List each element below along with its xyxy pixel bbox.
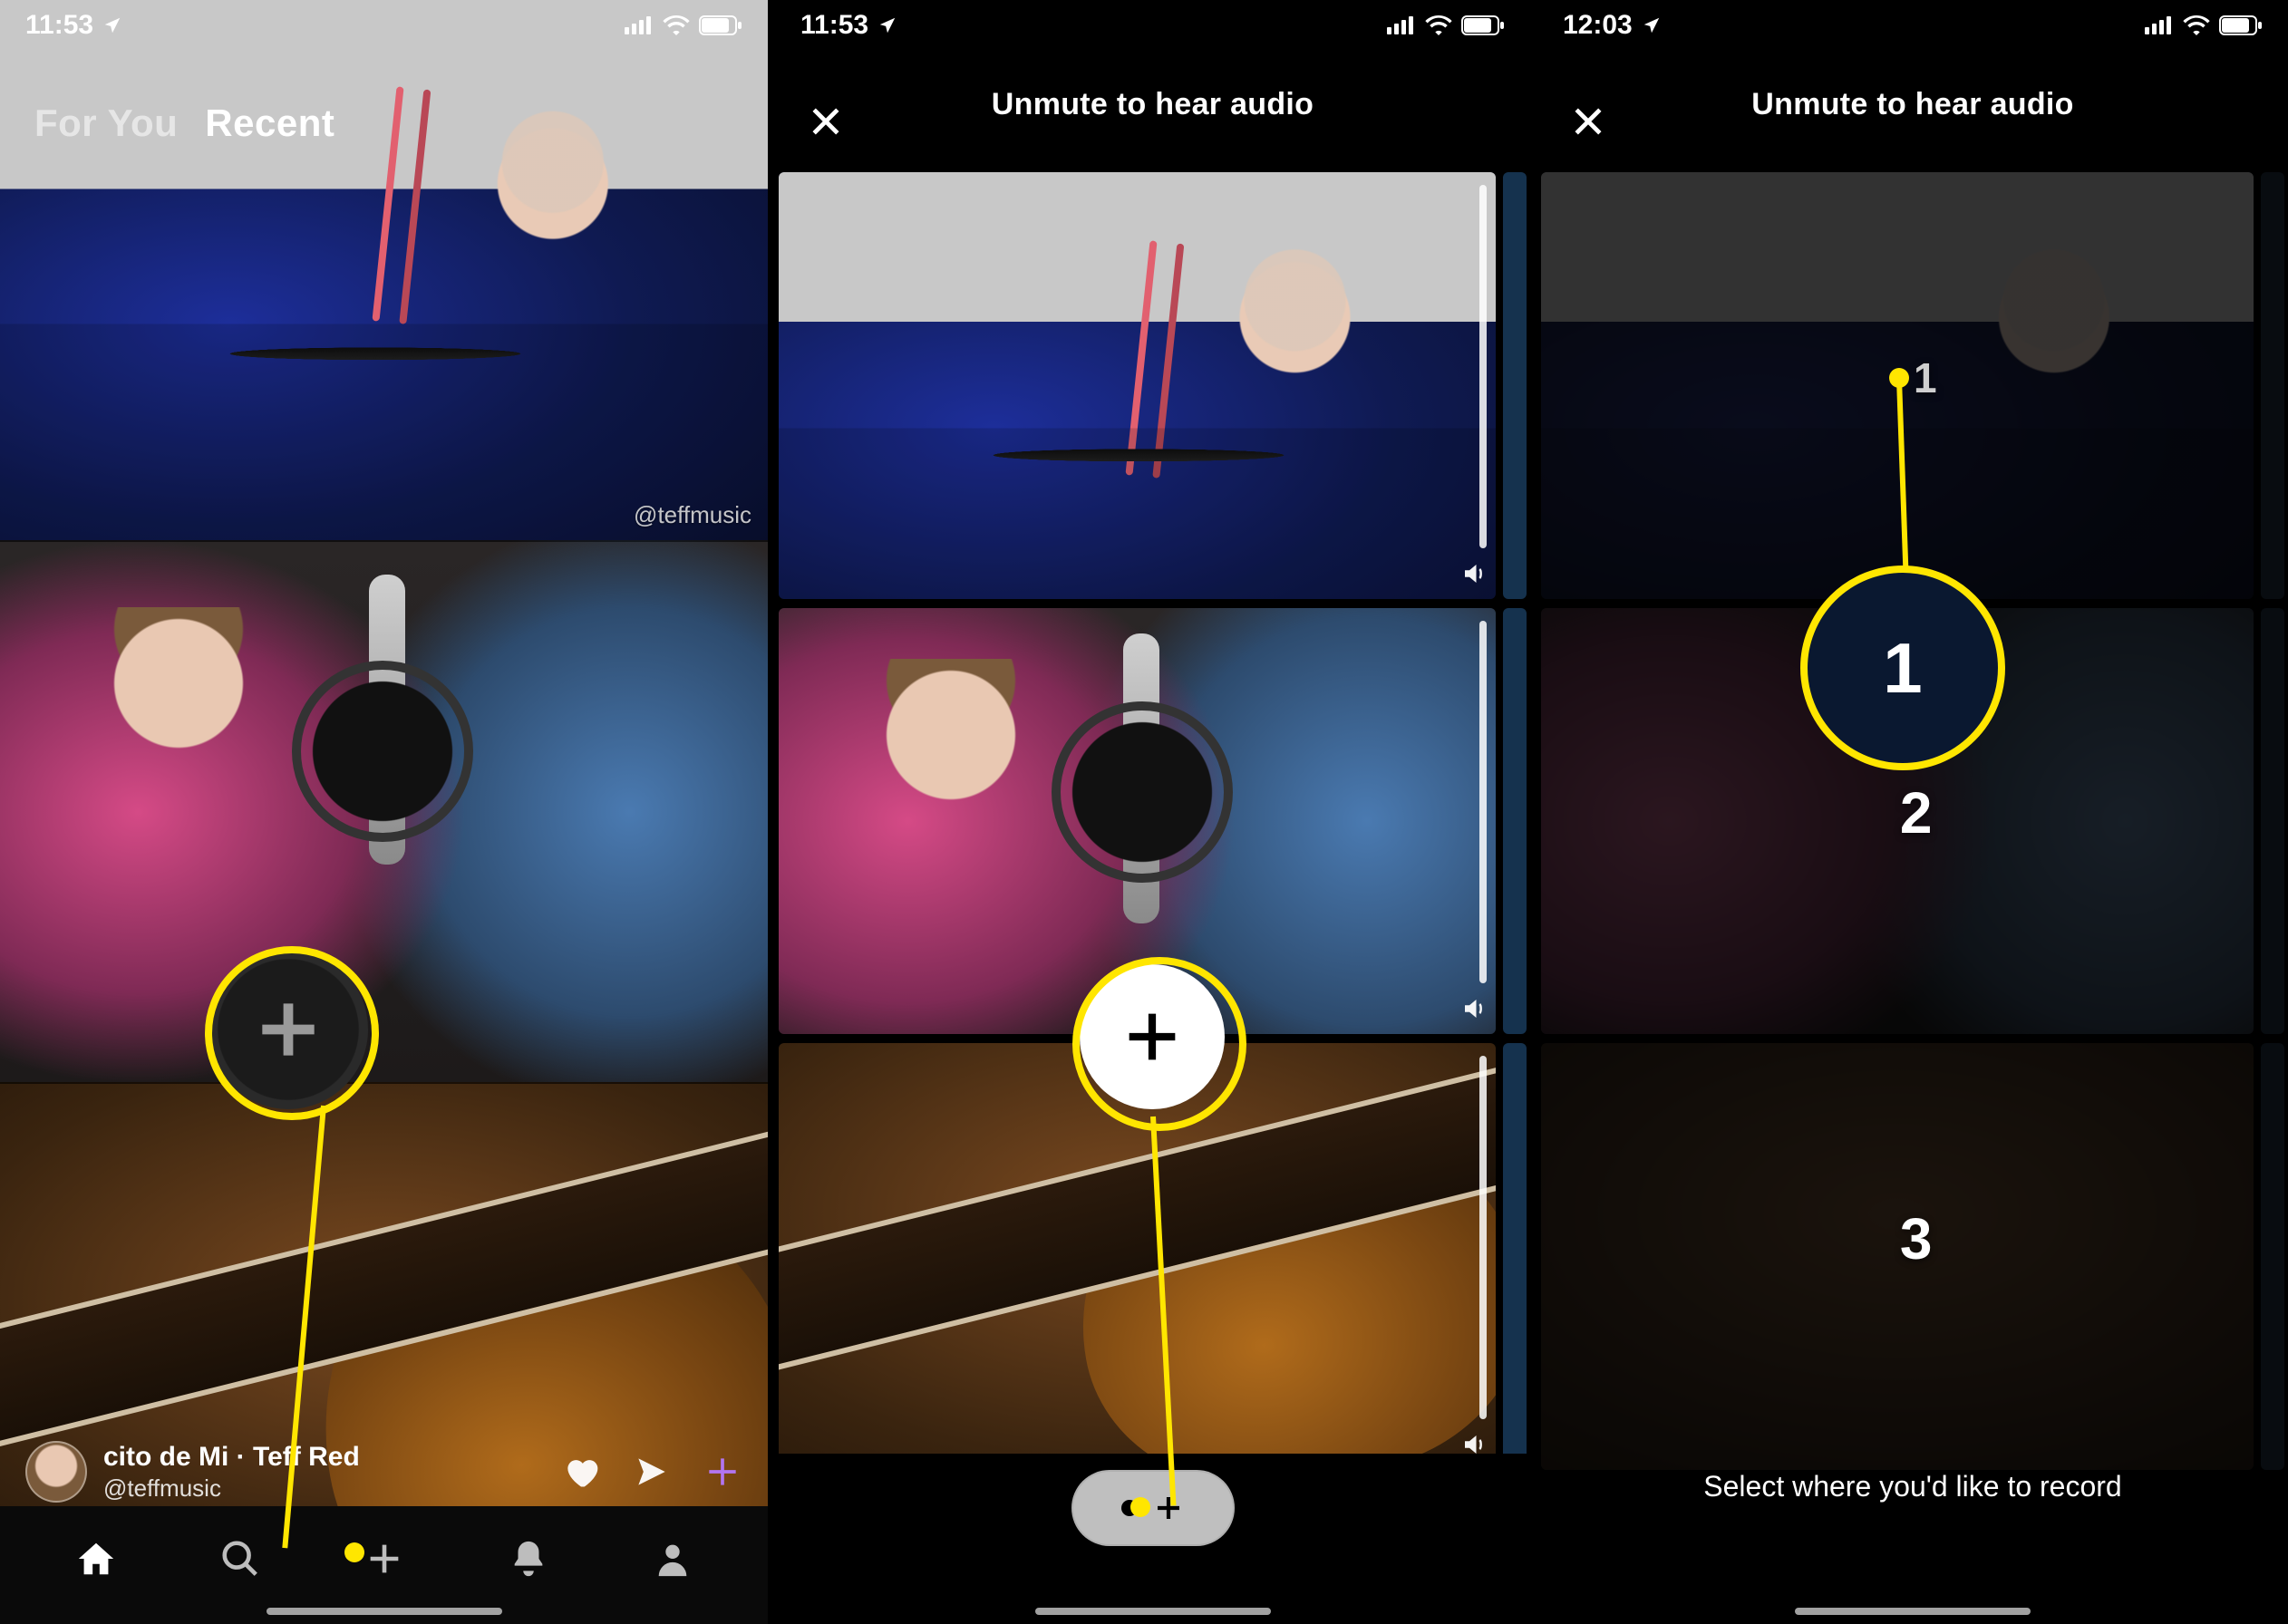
hint-text: Select where you'd like to record xyxy=(1703,1470,2121,1503)
volume-slider[interactable] xyxy=(1479,621,1487,984)
selected-slot-1: 1 xyxy=(1800,566,2005,770)
clip-grid xyxy=(775,172,1530,1470)
cellular-signal-icon xyxy=(2145,16,2174,34)
grid-cell-drums[interactable] xyxy=(779,172,1496,599)
avatar[interactable] xyxy=(25,1441,87,1503)
grid-cell-guitar[interactable] xyxy=(779,1043,1496,1470)
status-time: 12:03 xyxy=(1563,10,1633,41)
home-indicator xyxy=(1035,1608,1271,1615)
screen-select: 12:03 xyxy=(1537,0,2288,1624)
location-arrow-icon xyxy=(877,15,897,35)
tab-for-you[interactable]: For You xyxy=(34,102,178,145)
battery-icon xyxy=(2219,15,2263,35)
heart-icon[interactable] xyxy=(561,1452,601,1492)
record-pill[interactable] xyxy=(1071,1470,1235,1546)
grid-cell-guitar[interactable] xyxy=(1541,1043,2254,1470)
grid-cell-next[interactable] xyxy=(2261,608,2284,1035)
modal-title: Unmute to hear audio xyxy=(1751,87,2073,122)
wifi-icon xyxy=(2183,15,2210,35)
status-bar: 12:03 xyxy=(1537,0,2288,45)
wifi-icon xyxy=(1425,15,1452,35)
bell-icon[interactable] xyxy=(499,1530,557,1588)
screen-grid: 11:53 xyxy=(775,0,1530,1624)
feed[interactable]: @teffmusic @teffmusic xyxy=(0,0,768,1624)
battery-icon xyxy=(1461,15,1505,35)
share-icon[interactable] xyxy=(632,1452,672,1492)
modal-header: Unmute to hear audio xyxy=(775,87,1530,122)
bottom-toolbar xyxy=(775,1454,1530,1624)
bottom-hint: Select where you'd like to record xyxy=(1537,1454,2288,1624)
volume-slider[interactable] xyxy=(1479,1056,1487,1419)
bottom-nav xyxy=(0,1506,768,1624)
profile-icon[interactable] xyxy=(644,1530,702,1588)
clip-drums[interactable]: @teffmusic xyxy=(0,0,768,540)
grid-cell-drums[interactable] xyxy=(1541,172,2254,599)
cell-number-1: 1 xyxy=(1883,627,1922,710)
annotation-label-1: 1 xyxy=(1914,353,1937,402)
screen-feed: 11:53 xyxy=(0,0,768,1624)
close-button[interactable] xyxy=(1563,96,1614,147)
status-bar: 11:53 xyxy=(775,0,1530,45)
location-arrow-icon xyxy=(1642,15,1662,35)
close-button[interactable] xyxy=(800,96,851,147)
cell-number-3: 3 xyxy=(1900,1205,1933,1272)
volume-slider[interactable] xyxy=(1479,185,1487,548)
grid-cell-next[interactable] xyxy=(1503,608,1527,1035)
modal-title: Unmute to hear audio xyxy=(992,87,1314,122)
status-time: 11:53 xyxy=(800,10,868,41)
cellular-signal-icon xyxy=(1387,16,1416,34)
tab-recent[interactable]: Recent xyxy=(205,102,334,145)
grid-cell-next[interactable] xyxy=(2261,172,2284,599)
speaker-icon[interactable] xyxy=(1458,992,1490,1025)
grid-cell-vocals[interactable] xyxy=(779,608,1496,1035)
plus-icon[interactable] xyxy=(703,1452,742,1492)
plus-icon xyxy=(1152,1492,1185,1524)
home-indicator xyxy=(267,1608,502,1615)
cell-number-2: 2 xyxy=(1900,779,1933,846)
create-icon[interactable] xyxy=(355,1530,413,1588)
record-dot-icon xyxy=(1121,1500,1138,1516)
modal-header: Unmute to hear audio xyxy=(1537,87,2288,122)
feed-tabs: For You Recent xyxy=(0,102,768,145)
grid-cell-next[interactable] xyxy=(1503,172,1527,599)
search-icon[interactable] xyxy=(211,1530,269,1588)
grid-cell-next[interactable] xyxy=(2261,1043,2284,1470)
watermark: @teffmusic xyxy=(634,501,751,529)
speaker-icon[interactable] xyxy=(1458,557,1490,590)
home-icon[interactable] xyxy=(67,1530,125,1588)
clip-vocals[interactable] xyxy=(0,540,768,1082)
grid-cell-next[interactable] xyxy=(1503,1043,1527,1470)
post-user[interactable]: @teffmusic xyxy=(103,1474,360,1503)
post-title: cito de Mi · Teff Red xyxy=(103,1442,360,1473)
post-info-bar: cito de Mi · Teff Red @teffmusic xyxy=(0,1425,768,1519)
